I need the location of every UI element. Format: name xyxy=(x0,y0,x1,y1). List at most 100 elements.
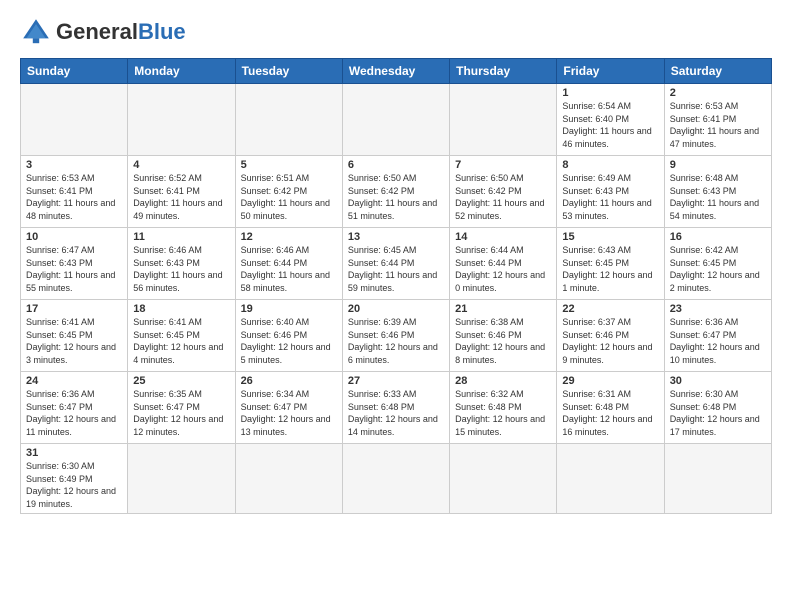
calendar-cell xyxy=(664,444,771,514)
week-row-6: 31Sunrise: 6:30 AM Sunset: 6:49 PM Dayli… xyxy=(21,444,772,514)
calendar-cell xyxy=(450,444,557,514)
header: GeneralBlue xyxy=(20,16,772,48)
day-number: 4 xyxy=(133,159,229,171)
day-info: Sunrise: 6:41 AM Sunset: 6:45 PM Dayligh… xyxy=(133,316,229,366)
day-number: 27 xyxy=(348,375,444,387)
day-number: 8 xyxy=(562,159,658,171)
week-row-3: 10Sunrise: 6:47 AM Sunset: 6:43 PM Dayli… xyxy=(21,228,772,300)
calendar-cell xyxy=(128,84,235,156)
day-info: Sunrise: 6:30 AM Sunset: 6:48 PM Dayligh… xyxy=(670,388,766,438)
weekday-header-sunday: Sunday xyxy=(21,59,128,84)
day-info: Sunrise: 6:32 AM Sunset: 6:48 PM Dayligh… xyxy=(455,388,551,438)
calendar-cell xyxy=(235,444,342,514)
day-number: 31 xyxy=(26,447,122,459)
calendar-cell: 10Sunrise: 6:47 AM Sunset: 6:43 PM Dayli… xyxy=(21,228,128,300)
day-number: 23 xyxy=(670,303,766,315)
day-number: 9 xyxy=(670,159,766,171)
day-number: 20 xyxy=(348,303,444,315)
calendar-cell: 8Sunrise: 6:49 AM Sunset: 6:43 PM Daylig… xyxy=(557,156,664,228)
day-info: Sunrise: 6:38 AM Sunset: 6:46 PM Dayligh… xyxy=(455,316,551,366)
day-number: 14 xyxy=(455,231,551,243)
day-number: 11 xyxy=(133,231,229,243)
calendar-cell: 20Sunrise: 6:39 AM Sunset: 6:46 PM Dayli… xyxy=(342,300,449,372)
day-info: Sunrise: 6:36 AM Sunset: 6:47 PM Dayligh… xyxy=(670,316,766,366)
calendar-cell: 18Sunrise: 6:41 AM Sunset: 6:45 PM Dayli… xyxy=(128,300,235,372)
calendar-cell: 6Sunrise: 6:50 AM Sunset: 6:42 PM Daylig… xyxy=(342,156,449,228)
logo-general: GeneralBlue xyxy=(56,19,186,44)
day-number: 13 xyxy=(348,231,444,243)
calendar-cell: 1Sunrise: 6:54 AM Sunset: 6:40 PM Daylig… xyxy=(557,84,664,156)
day-info: Sunrise: 6:39 AM Sunset: 6:46 PM Dayligh… xyxy=(348,316,444,366)
day-number: 12 xyxy=(241,231,337,243)
logo: GeneralBlue xyxy=(20,16,186,48)
day-number: 29 xyxy=(562,375,658,387)
calendar-cell xyxy=(450,84,557,156)
weekday-header-monday: Monday xyxy=(128,59,235,84)
day-info: Sunrise: 6:48 AM Sunset: 6:43 PM Dayligh… xyxy=(670,172,766,222)
day-info: Sunrise: 6:46 AM Sunset: 6:44 PM Dayligh… xyxy=(241,244,337,294)
weekday-row: SundayMondayTuesdayWednesdayThursdayFrid… xyxy=(21,59,772,84)
calendar-cell: 13Sunrise: 6:45 AM Sunset: 6:44 PM Dayli… xyxy=(342,228,449,300)
calendar-cell: 14Sunrise: 6:44 AM Sunset: 6:44 PM Dayli… xyxy=(450,228,557,300)
calendar-cell: 7Sunrise: 6:50 AM Sunset: 6:42 PM Daylig… xyxy=(450,156,557,228)
calendar-cell xyxy=(557,444,664,514)
calendar-body: 1Sunrise: 6:54 AM Sunset: 6:40 PM Daylig… xyxy=(21,84,772,514)
calendar-cell xyxy=(342,84,449,156)
day-info: Sunrise: 6:50 AM Sunset: 6:42 PM Dayligh… xyxy=(348,172,444,222)
day-number: 25 xyxy=(133,375,229,387)
day-info: Sunrise: 6:42 AM Sunset: 6:45 PM Dayligh… xyxy=(670,244,766,294)
day-info: Sunrise: 6:44 AM Sunset: 6:44 PM Dayligh… xyxy=(455,244,551,294)
calendar-cell: 11Sunrise: 6:46 AM Sunset: 6:43 PM Dayli… xyxy=(128,228,235,300)
calendar-header: SundayMondayTuesdayWednesdayThursdayFrid… xyxy=(21,59,772,84)
calendar-cell: 22Sunrise: 6:37 AM Sunset: 6:46 PM Dayli… xyxy=(557,300,664,372)
calendar-cell xyxy=(21,84,128,156)
weekday-header-thursday: Thursday xyxy=(450,59,557,84)
day-number: 16 xyxy=(670,231,766,243)
calendar-cell: 24Sunrise: 6:36 AM Sunset: 6:47 PM Dayli… xyxy=(21,372,128,444)
calendar-cell: 31Sunrise: 6:30 AM Sunset: 6:49 PM Dayli… xyxy=(21,444,128,514)
day-info: Sunrise: 6:34 AM Sunset: 6:47 PM Dayligh… xyxy=(241,388,337,438)
day-info: Sunrise: 6:52 AM Sunset: 6:41 PM Dayligh… xyxy=(133,172,229,222)
day-number: 5 xyxy=(241,159,337,171)
week-row-4: 17Sunrise: 6:41 AM Sunset: 6:45 PM Dayli… xyxy=(21,300,772,372)
day-number: 15 xyxy=(562,231,658,243)
calendar-cell: 23Sunrise: 6:36 AM Sunset: 6:47 PM Dayli… xyxy=(664,300,771,372)
day-info: Sunrise: 6:41 AM Sunset: 6:45 PM Dayligh… xyxy=(26,316,122,366)
calendar-cell: 12Sunrise: 6:46 AM Sunset: 6:44 PM Dayli… xyxy=(235,228,342,300)
day-info: Sunrise: 6:47 AM Sunset: 6:43 PM Dayligh… xyxy=(26,244,122,294)
calendar-cell xyxy=(128,444,235,514)
day-info: Sunrise: 6:33 AM Sunset: 6:48 PM Dayligh… xyxy=(348,388,444,438)
day-number: 21 xyxy=(455,303,551,315)
day-number: 30 xyxy=(670,375,766,387)
calendar-cell: 3Sunrise: 6:53 AM Sunset: 6:41 PM Daylig… xyxy=(21,156,128,228)
calendar-cell: 5Sunrise: 6:51 AM Sunset: 6:42 PM Daylig… xyxy=(235,156,342,228)
day-info: Sunrise: 6:51 AM Sunset: 6:42 PM Dayligh… xyxy=(241,172,337,222)
day-info: Sunrise: 6:53 AM Sunset: 6:41 PM Dayligh… xyxy=(26,172,122,222)
day-number: 28 xyxy=(455,375,551,387)
day-number: 3 xyxy=(26,159,122,171)
logo-icon xyxy=(20,16,52,48)
calendar-cell: 27Sunrise: 6:33 AM Sunset: 6:48 PM Dayli… xyxy=(342,372,449,444)
day-info: Sunrise: 6:37 AM Sunset: 6:46 PM Dayligh… xyxy=(562,316,658,366)
day-number: 10 xyxy=(26,231,122,243)
calendar-cell: 28Sunrise: 6:32 AM Sunset: 6:48 PM Dayli… xyxy=(450,372,557,444)
week-row-1: 1Sunrise: 6:54 AM Sunset: 6:40 PM Daylig… xyxy=(21,84,772,156)
week-row-2: 3Sunrise: 6:53 AM Sunset: 6:41 PM Daylig… xyxy=(21,156,772,228)
day-number: 26 xyxy=(241,375,337,387)
calendar-cell: 9Sunrise: 6:48 AM Sunset: 6:43 PM Daylig… xyxy=(664,156,771,228)
day-number: 7 xyxy=(455,159,551,171)
calendar-cell: 29Sunrise: 6:31 AM Sunset: 6:48 PM Dayli… xyxy=(557,372,664,444)
day-info: Sunrise: 6:53 AM Sunset: 6:41 PM Dayligh… xyxy=(670,100,766,150)
calendar-cell: 15Sunrise: 6:43 AM Sunset: 6:45 PM Dayli… xyxy=(557,228,664,300)
calendar-cell: 30Sunrise: 6:30 AM Sunset: 6:48 PM Dayli… xyxy=(664,372,771,444)
weekday-header-tuesday: Tuesday xyxy=(235,59,342,84)
day-info: Sunrise: 6:31 AM Sunset: 6:48 PM Dayligh… xyxy=(562,388,658,438)
logo-text: GeneralBlue xyxy=(56,21,186,44)
calendar-cell xyxy=(342,444,449,514)
day-info: Sunrise: 6:40 AM Sunset: 6:46 PM Dayligh… xyxy=(241,316,337,366)
calendar-cell: 16Sunrise: 6:42 AM Sunset: 6:45 PM Dayli… xyxy=(664,228,771,300)
day-number: 2 xyxy=(670,87,766,99)
calendar-cell: 2Sunrise: 6:53 AM Sunset: 6:41 PM Daylig… xyxy=(664,84,771,156)
calendar-cell: 26Sunrise: 6:34 AM Sunset: 6:47 PM Dayli… xyxy=(235,372,342,444)
logo-blue: Blue xyxy=(138,19,186,44)
